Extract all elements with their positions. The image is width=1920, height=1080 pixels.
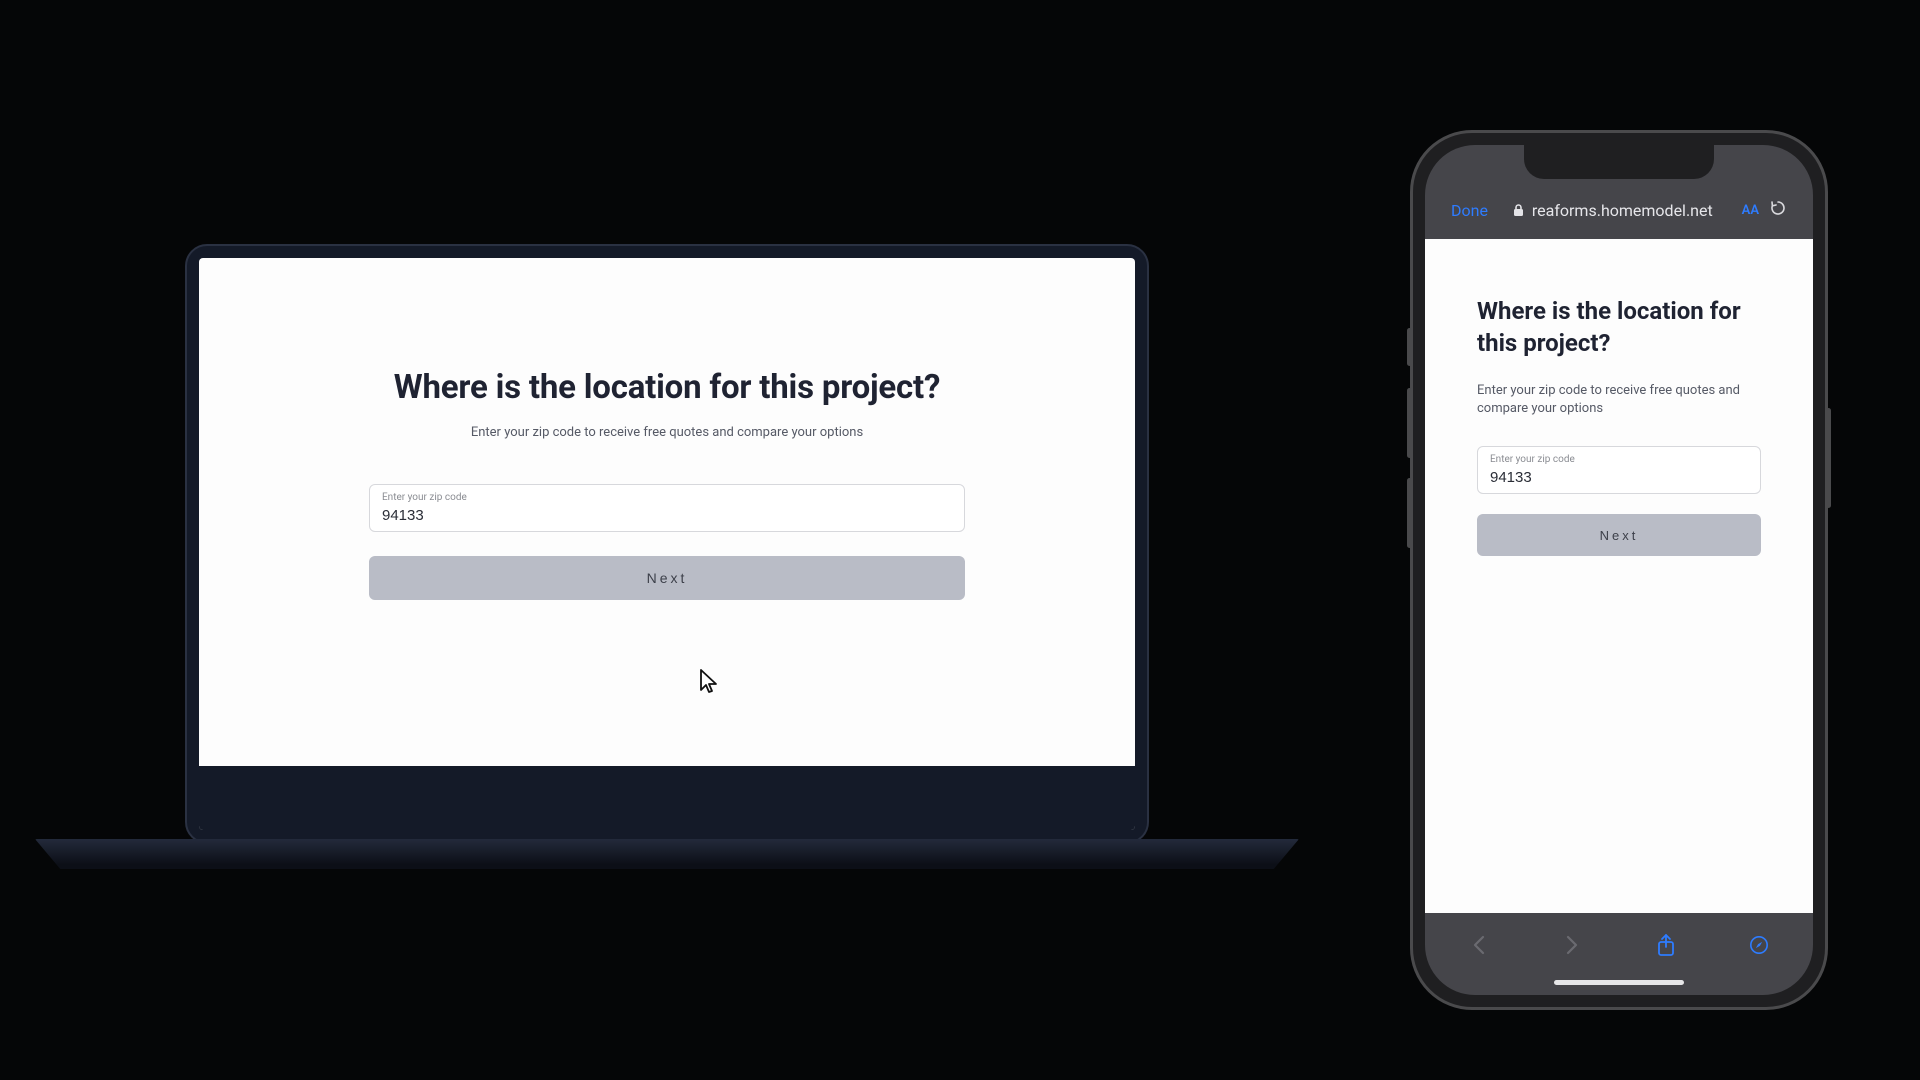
phone-side-button [1826,408,1831,508]
mobile-form: Where is the location for this project? … [1425,239,1813,913]
phone-device-frame: Done reaforms.homemodel.net AA [1410,130,1828,1010]
form-heading: Where is the location for this project? [1477,295,1761,360]
reload-icon[interactable] [1769,199,1787,221]
phone-notch [1524,145,1714,179]
zip-code-field[interactable]: Enter your zip code [1477,446,1761,494]
phone-side-button [1407,328,1412,366]
done-button[interactable]: Done [1451,201,1488,220]
back-icon[interactable] [1469,935,1489,955]
address-bar[interactable]: reaforms.homemodel.net [1498,201,1728,220]
share-icon[interactable] [1656,935,1676,955]
text-size-button[interactable]: AA [1742,203,1759,218]
next-button[interactable]: Next [369,556,965,600]
laptop-bezel [199,766,1135,830]
cursor-icon [699,668,719,694]
lock-icon [1513,204,1524,217]
home-indicator[interactable] [1554,980,1684,985]
compass-icon[interactable] [1749,935,1769,955]
form-subheading: Enter your zip code to receive free quot… [359,425,975,440]
desktop-form: Where is the location for this project? … [199,258,1135,600]
laptop-lid: Where is the location for this project? … [185,244,1149,844]
url-text: reaforms.homemodel.net [1532,201,1713,220]
next-button[interactable]: Next [1477,514,1761,556]
laptop-screen: Where is the location for this project? … [199,258,1135,830]
zip-code-input[interactable] [1490,469,1748,486]
browser-top-bar: Done reaforms.homemodel.net AA [1425,199,1813,221]
form-heading: Where is the location for this project? [359,368,975,407]
zip-code-input[interactable] [382,507,952,524]
forward-icon[interactable] [1562,935,1582,955]
zip-code-label: Enter your zip code [382,492,952,503]
laptop-stand [35,839,1299,869]
form-subheading: Enter your zip code to receive free quot… [1477,382,1761,418]
phone-side-button [1407,388,1412,458]
laptop-device-frame: Where is the location for this project? … [185,244,1149,844]
zip-code-label: Enter your zip code [1490,454,1748,465]
phone-screen: Done reaforms.homemodel.net AA [1425,145,1813,995]
zip-code-field[interactable]: Enter your zip code [369,484,965,532]
phone-side-button [1407,478,1412,548]
